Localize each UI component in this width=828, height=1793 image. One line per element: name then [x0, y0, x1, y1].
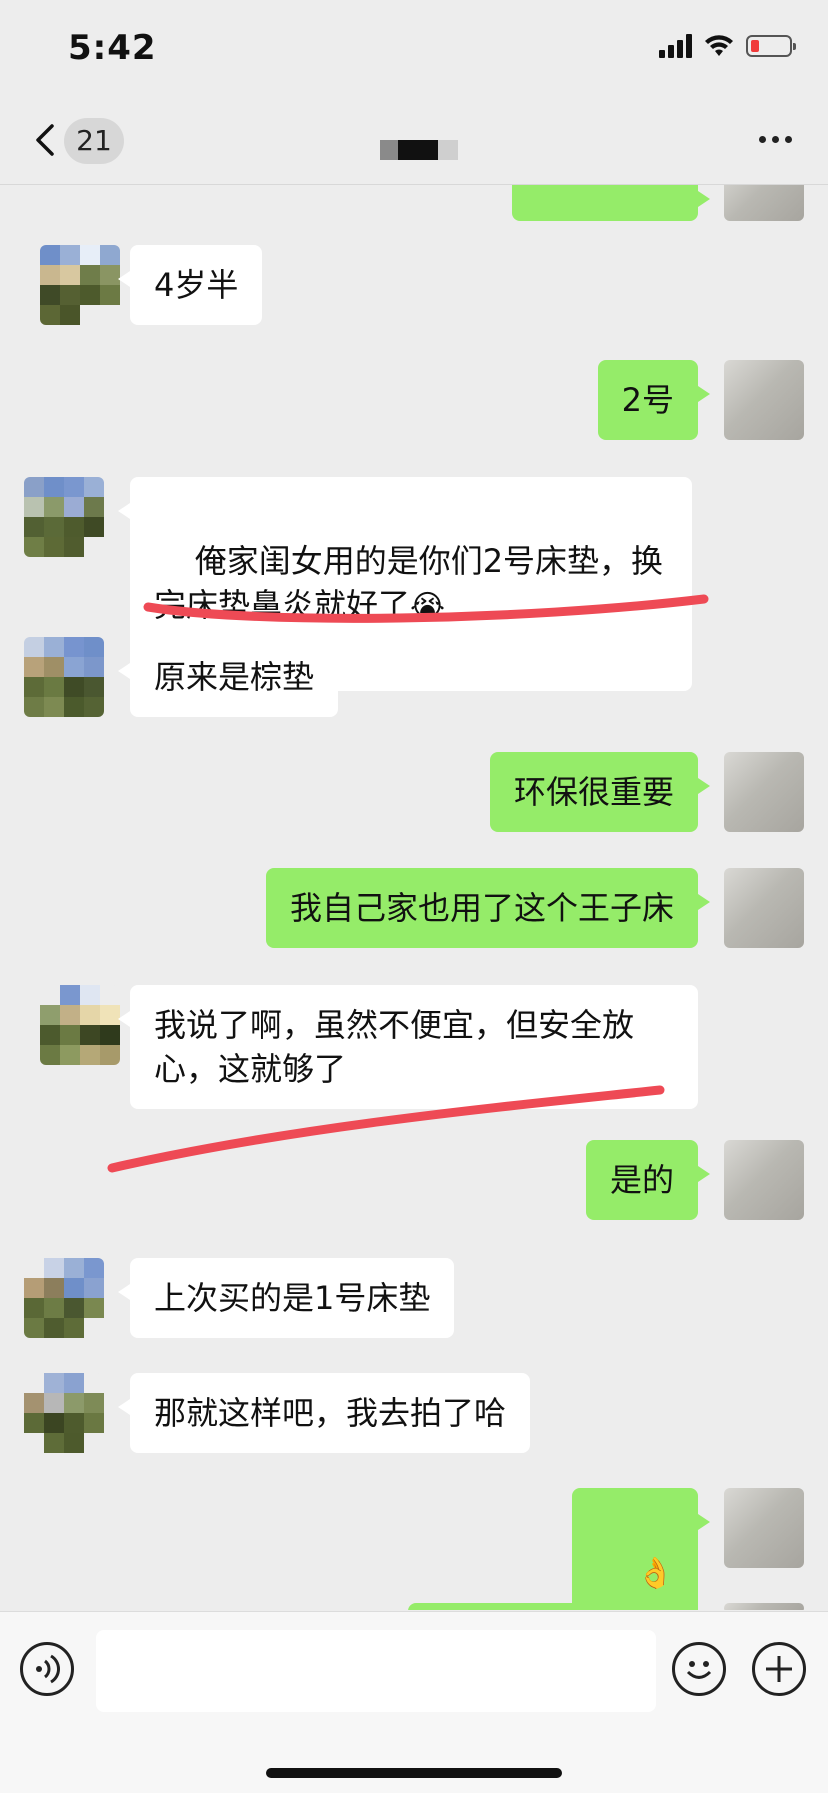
input-bar — [0, 1611, 828, 1793]
contact-avatar[interactable] — [24, 1373, 104, 1453]
contact-avatar[interactable] — [40, 245, 120, 325]
my-avatar[interactable] — [724, 868, 804, 948]
ok-hand-emoji-icon: 👌 — [636, 1556, 674, 1591]
message-bubble-incoming[interactable]: 我说了啊，虽然不便宜，但安全放 心，这就够了 — [118, 985, 698, 1109]
message-bubble-incoming[interactable]: 4岁半 — [117, 245, 263, 325]
contact-avatar[interactable] — [24, 637, 104, 717]
message-bubble-incoming[interactable]: 原来是棕垫 — [117, 637, 339, 717]
chat-header: 21 — [0, 100, 828, 185]
my-avatar[interactable] — [724, 1603, 804, 1610]
my-avatar[interactable] — [724, 360, 804, 440]
cellular-signal-icon — [659, 34, 692, 58]
message-bubble-outgoing[interactable]: 是的 — [585, 1140, 711, 1220]
plus-icon — [766, 1656, 792, 1682]
contact-avatar[interactable] — [24, 1258, 104, 1338]
message-bubble-outgoing[interactable]: 👌 — [571, 1488, 711, 1610]
home-indicator[interactable] — [266, 1768, 562, 1778]
my-avatar[interactable] — [724, 185, 804, 221]
smiley-icon — [686, 1661, 712, 1679]
message-bubble-partial[interactable] — [408, 1603, 698, 1610]
message-bubble-outgoing[interactable]: 2号 — [597, 360, 711, 440]
more-functions-button[interactable] — [752, 1642, 806, 1696]
message-bubble-partial[interactable] — [512, 185, 710, 221]
battery-icon — [746, 35, 796, 57]
message-text: 俺家闺女用的是你们2号床垫，换 完床垫鼻炎就好了 — [154, 542, 664, 624]
my-avatar[interactable] — [724, 1140, 804, 1220]
message-input[interactable] — [96, 1630, 656, 1712]
chat-title-redacted — [380, 140, 460, 160]
message-bubble-incoming[interactable]: 那就这样吧，我去拍了哈 — [117, 1373, 531, 1453]
unread-count-badge[interactable]: 21 — [64, 118, 124, 164]
wifi-icon — [705, 35, 733, 56]
voice-input-button[interactable] — [20, 1642, 74, 1696]
status-time: 5:42 — [68, 28, 157, 68]
more-options-icon[interactable] — [759, 136, 792, 143]
emoji-button[interactable] — [672, 1642, 726, 1696]
contact-avatar[interactable] — [40, 985, 120, 1065]
voice-icon — [36, 1654, 61, 1684]
status-bar: 5:42 — [0, 0, 828, 100]
contact-avatar[interactable] — [24, 477, 104, 557]
message-bubble-outgoing[interactable]: 我自己家也用了这个王子床 — [265, 868, 711, 948]
message-list[interactable]: 4岁半 2号 俺家闺女用的是你们2号床垫，换 完床垫鼻炎就好了😭 原来是棕垫 环… — [0, 185, 828, 1610]
my-avatar[interactable] — [724, 752, 804, 832]
status-icons — [659, 34, 796, 58]
crying-face-emoji-icon: 😭 — [410, 589, 446, 624]
back-chevron-icon[interactable] — [26, 120, 66, 160]
message-bubble-incoming[interactable]: 上次买的是1号床垫 — [117, 1258, 455, 1338]
my-avatar[interactable] — [724, 1488, 804, 1568]
message-bubble-outgoing[interactable]: 环保很重要 — [489, 752, 711, 832]
